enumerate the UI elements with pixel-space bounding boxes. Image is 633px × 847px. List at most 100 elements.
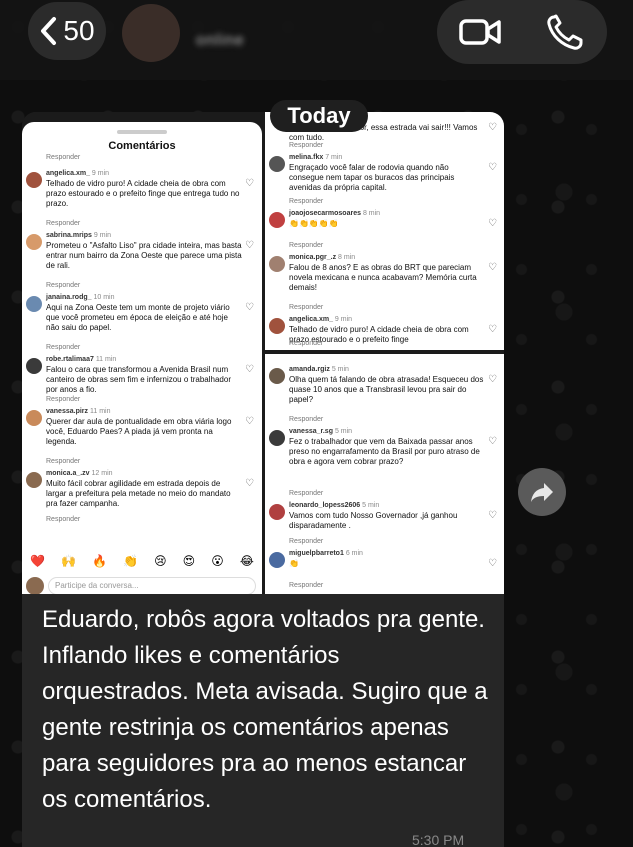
emoji-reaction: ❤️: [30, 554, 45, 568]
reply-link: Responder: [289, 582, 324, 589]
heart-icon: ♡: [245, 302, 254, 313]
back-button[interactable]: 50: [28, 2, 106, 60]
comment-time: 5 min: [331, 366, 349, 373]
avatar: [269, 156, 285, 172]
contact-name[interactable]: online: [196, 32, 396, 54]
call-buttons: [437, 0, 607, 64]
avatar: [269, 318, 285, 334]
comment-time: 7 min: [325, 154, 343, 161]
avatar: [269, 552, 285, 568]
avatar: [269, 430, 285, 446]
reply-link: Responder: [289, 304, 324, 311]
avatar: [269, 368, 285, 384]
avatar: [26, 172, 42, 188]
comment-time: 5 min: [362, 502, 380, 509]
emoji-reaction: 😢: [154, 554, 167, 568]
comment-user: leonardo_lopess2606: [289, 502, 361, 509]
comment-username: sabrina.mrips 9 min: [46, 232, 111, 239]
chat-header: 50 online: [0, 0, 633, 80]
comment-item: monica.pgr_.z 8 min Falou de 8 anos? E as…: [265, 254, 504, 316]
reply-link: Responder: [46, 344, 81, 351]
comment-item: angelica.xm_ 9 min Telhado de vidro puro!…: [265, 316, 504, 350]
avatar: [269, 212, 285, 228]
unread-count: 50: [63, 15, 95, 46]
comments-screenshot-left: Comentários Responder angelica.xm_ 9 min…: [22, 122, 262, 594]
comment-item: amanda.rgiz 5 min Olha quem tá falando de…: [265, 366, 504, 428]
reply-link: Responder: [46, 458, 81, 465]
comment-username: amanda.rgiz 5 min: [289, 366, 349, 373]
heart-icon: ♡: [488, 218, 497, 229]
avatar: [269, 256, 285, 272]
comment-user: angelica.xm_: [289, 316, 333, 323]
comment-username: angelica.xm_ 9 min: [46, 170, 109, 177]
avatar: [26, 296, 42, 312]
comment-time: 9 min: [93, 232, 111, 239]
heart-icon: ♡: [245, 178, 254, 189]
message-bubble[interactable]: Comentários Responder angelica.xm_ 9 min…: [22, 112, 504, 847]
heart-icon: ♡: [245, 416, 254, 427]
heart-icon: ♡: [488, 436, 497, 447]
avatar: [269, 504, 285, 520]
comment-username: melina.fkx 7 min: [289, 154, 342, 161]
comments-screenshot-right-top: bens meu governador, essa estrada vai sa…: [265, 112, 504, 350]
comment-time: 11 min: [95, 356, 117, 363]
heart-icon: ♡: [488, 558, 497, 569]
comment-item: vanessa.pirz 11 min Querer dar aula de po…: [22, 408, 262, 470]
comment-time: 8 min: [362, 210, 381, 217]
reply-link: Responder: [289, 490, 324, 497]
avatar: [26, 358, 42, 374]
comment-username: angelica.xm_ 9 min: [289, 316, 352, 323]
shared-image[interactable]: Comentários Responder angelica.xm_ 9 min…: [22, 112, 504, 594]
avatar: [26, 234, 42, 250]
reply-link: Responder: [289, 142, 324, 149]
comment-user: angelica.xm_: [46, 170, 90, 177]
sheet-handle: [117, 130, 167, 134]
comment-item: miguelpbarreto1 6 min 👏 Responder ♡: [265, 550, 504, 594]
comment-username: monica.a_.zv 12 min: [46, 470, 113, 477]
comment-item: melina.fkx 7 min Engraçado você falar de …: [265, 154, 504, 210]
reply-link: Responder: [289, 198, 324, 205]
reply-link: Responder: [46, 220, 81, 227]
comment-item: joaojosecarmosoares 8 min 👏👏👏👏👏 Responder ♡: [265, 210, 504, 254]
comment-user: vanessa_r.sg: [289, 428, 333, 435]
heart-icon: ♡: [245, 364, 254, 375]
comment-time: 10 min: [93, 294, 115, 301]
comment-text: Muito fácil cobrar agilidade em estrada …: [46, 479, 231, 508]
reply-link: Responder: [46, 516, 81, 523]
sheet-title: Comentários: [108, 140, 176, 152]
forward-button[interactable]: [518, 468, 566, 516]
heart-icon: ♡: [488, 122, 497, 133]
comment-username: vanessa_r.sg 5 min: [289, 428, 352, 435]
comment-text: Querer dar aula de pontualidade em obra …: [46, 417, 232, 446]
comment-time: 6 min: [345, 550, 363, 557]
emoji-reaction: 🔥: [92, 554, 108, 568]
comments-screenshot-right-bottom: amanda.rgiz 5 min Olha quem tá falando de…: [265, 354, 504, 594]
comment-user: amanda.rgiz: [289, 366, 330, 373]
comment-user: sabrina.mrips: [46, 232, 92, 239]
comment-item: vanessa_r.sg 5 min Fez o trabalhador que …: [265, 428, 504, 502]
comment-time: 9 min: [91, 170, 110, 177]
heart-icon: ♡: [488, 324, 497, 335]
avatar: [26, 577, 44, 594]
reply-link: Responder: [46, 396, 81, 403]
date-pill: Today: [270, 100, 368, 132]
heart-icon: ♡: [245, 240, 254, 251]
emoji-reaction: 👏: [123, 554, 139, 568]
reply-link: Responder: [289, 340, 324, 347]
emoji-reaction: 😍: [182, 554, 196, 568]
comment-username: joaojosecarmosoares 8 min: [289, 210, 380, 217]
comment-item: angelica.xm_ 9 min Telhado de vidro puro!…: [22, 170, 262, 232]
video-call-icon[interactable]: [457, 12, 503, 52]
heart-icon: ♡: [488, 510, 497, 521]
chevron-left-icon: [41, 17, 57, 45]
comment-user: robe.rtalimaa7: [46, 356, 94, 363]
comment-text: 👏👏👏👏👏: [289, 219, 339, 228]
comment-text: Aqui na Zona Oeste tem um monte de proje…: [46, 303, 230, 332]
comment-text: Vamos com tudo Nosso Governador ,já ganh…: [289, 511, 458, 530]
contact-avatar[interactable]: [122, 4, 180, 62]
message-text: Eduardo, robôs agora voltados pra gente.…: [42, 606, 488, 813]
phone-call-icon[interactable]: [542, 12, 588, 52]
comment-text: 👏: [289, 559, 299, 568]
comment-user: melina.fkx: [289, 154, 324, 161]
reply-link: Responder: [46, 154, 81, 161]
